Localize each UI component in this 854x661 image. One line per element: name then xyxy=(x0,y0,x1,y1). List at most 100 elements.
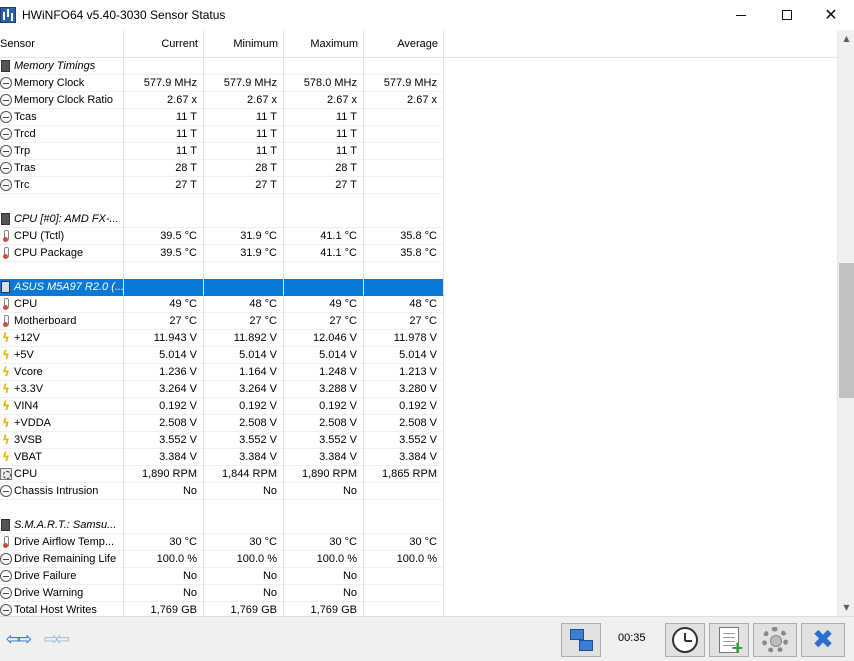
sensor-name: ASUS M5A97 R2.0 (... xyxy=(14,280,124,293)
column-header-sensor[interactable]: Sensor xyxy=(0,30,124,58)
table-section-row[interactable]: S.M.A.R.T.: Samsu... xyxy=(0,517,837,534)
table-row[interactable]: Drive Airflow Temp... 30 °C 30 °C 30 °C 30 °… xyxy=(0,534,837,551)
maximum-value xyxy=(284,279,364,296)
collapse-button[interactable]: ⇨⇦ xyxy=(38,625,72,655)
minimum-value xyxy=(204,194,284,211)
table-section-row[interactable]: Memory Timings xyxy=(0,58,837,75)
table-row[interactable]: ϟ +3.3V 3.264 V 3.264 V 3.288 V 3.280 V xyxy=(0,381,837,398)
current-value: 30 °C xyxy=(124,534,204,551)
minimum-value: 0.192 V xyxy=(204,398,284,415)
sensor-name-cell: Motherboard xyxy=(0,313,124,330)
bolt-icon: ϟ xyxy=(2,348,10,362)
minimum-value: 11 T xyxy=(204,126,284,143)
table-row[interactable]: ϟ VIN4 0.192 V 0.192 V 0.192 V 0.192 V xyxy=(0,398,837,415)
table-row[interactable]: ϟ Vcore 1.236 V 1.164 V 1.248 V 1.213 V xyxy=(0,364,837,381)
table-row[interactable]: Tcas 11 T 11 T 11 T xyxy=(0,109,837,126)
table-row[interactable]: Trc 27 T 27 T 27 T xyxy=(0,177,837,194)
scroll-down-arrow-icon[interactable]: ▼ xyxy=(838,599,854,616)
row-filler xyxy=(444,177,837,194)
table-section-row[interactable]: CPU [#0]: AMD FX-... xyxy=(0,211,837,228)
table-row[interactable]: ϟ +5V 5.014 V 5.014 V 5.014 V 5.014 V xyxy=(0,347,837,364)
clock-icon xyxy=(0,128,12,140)
table-row[interactable]: Drive Remaining Life 100.0 % 100.0 % 100.0 … xyxy=(0,551,837,568)
table-spacer-row xyxy=(0,194,837,211)
expand-all-button[interactable]: ⇦⇨ xyxy=(0,625,34,655)
sensor-name-cell: ϟ +12V xyxy=(0,330,124,347)
thermometer-icon xyxy=(0,536,12,548)
table-row[interactable]: ϟ VBAT 3.384 V 3.384 V 3.384 V 3.384 V xyxy=(0,449,837,466)
close-sensors-button[interactable]: ✖ xyxy=(801,623,845,657)
average-value xyxy=(364,194,444,211)
current-value: 3.264 V xyxy=(124,381,204,398)
window-close-button[interactable]: ✕ xyxy=(808,0,854,30)
table-row[interactable]: Tras 28 T 28 T 28 T xyxy=(0,160,837,177)
minimum-value: 3.264 V xyxy=(204,381,284,398)
clock-icon xyxy=(0,145,12,157)
table-row[interactable]: CPU 1,890 RPM 1,844 RPM 1,890 RPM 1,865 RPM xyxy=(0,466,837,483)
table-row[interactable]: ϟ 3VSB 3.552 V 3.552 V 3.552 V 3.552 V xyxy=(0,432,837,449)
row-filler xyxy=(444,279,837,296)
chip-icon xyxy=(1,281,10,293)
row-filler xyxy=(444,483,837,500)
table-spacer-row xyxy=(0,500,837,517)
scroll-up-arrow-icon[interactable]: ▲ xyxy=(838,30,854,47)
row-filler xyxy=(444,75,837,92)
average-value: 1,865 RPM xyxy=(364,466,444,483)
table-row[interactable]: ϟ +12V 11.943 V 11.892 V 12.046 V 11.978 V xyxy=(0,330,837,347)
table-row[interactable]: Motherboard 27 °C 27 °C 27 °C 27 °C xyxy=(0,313,837,330)
table-row[interactable]: ϟ +VDDA 2.508 V 2.508 V 2.508 V 2.508 V xyxy=(0,415,837,432)
average-value: 577.9 MHz xyxy=(364,75,444,92)
column-header-minimum[interactable]: Minimum xyxy=(204,30,284,58)
table-row[interactable]: Memory Clock Ratio 2.67 x 2.67 x 2.67 x 2.67… xyxy=(0,92,837,109)
sensor-name-cell: ϟ VIN4 xyxy=(0,398,124,415)
minimum-value: 27 °C xyxy=(204,313,284,330)
table-row[interactable]: Trcd 11 T 11 T 11 T xyxy=(0,126,837,143)
scroll-thumb[interactable] xyxy=(839,263,854,398)
network-button[interactable] xyxy=(561,623,601,657)
logging-button[interactable] xyxy=(709,623,749,657)
vertical-scrollbar[interactable]: ▲ ▼ xyxy=(837,30,854,616)
thermometer-icon xyxy=(0,247,12,259)
table-row[interactable]: Chassis Intrusion No No No xyxy=(0,483,837,500)
row-filler xyxy=(444,160,837,177)
left-right-arrows-icon: ⇦⇨ xyxy=(5,629,32,650)
minimum-value: 1,769 GB xyxy=(204,602,284,616)
sensor-name: +VDDA xyxy=(14,416,51,429)
table-row[interactable]: CPU 49 °C 48 °C 49 °C 48 °C xyxy=(0,296,837,313)
maximize-button[interactable] xyxy=(764,0,810,30)
minimize-button[interactable] xyxy=(718,0,764,30)
current-value: 39.5 °C xyxy=(124,245,204,262)
minimum-value: 27 T xyxy=(204,177,284,194)
maximum-value: No xyxy=(284,483,364,500)
sensor-name: Trc xyxy=(14,178,30,191)
network-icon xyxy=(568,627,594,653)
clock-icon xyxy=(0,77,12,89)
current-value: 49 °C xyxy=(124,296,204,313)
average-value xyxy=(364,177,444,194)
average-value xyxy=(364,126,444,143)
table-row[interactable]: Memory Clock 577.9 MHz 577.9 MHz 578.0 MHz 5… xyxy=(0,75,837,92)
table-row[interactable]: Trp 11 T 11 T 11 T xyxy=(0,143,837,160)
average-value xyxy=(364,262,444,279)
minimum-value: No xyxy=(204,585,284,602)
table-row[interactable]: Total Host Writes 1,769 GB 1,769 GB 1,769 G… xyxy=(0,602,837,616)
column-header-maximum[interactable]: Maximum xyxy=(284,30,364,58)
row-filler xyxy=(444,415,837,432)
table-row[interactable]: CPU Package 39.5 °C 31.9 °C 41.1 °C 35.8 °C xyxy=(0,245,837,262)
table-section-row[interactable]: ASUS M5A97 R2.0 (... xyxy=(0,279,837,296)
settings-button[interactable] xyxy=(753,623,797,657)
table-row[interactable]: Drive Warning No No No xyxy=(0,585,837,602)
column-header-average[interactable]: Average xyxy=(364,30,444,58)
table-row[interactable]: Drive Failure No No No xyxy=(0,568,837,585)
sensor-name: Trp xyxy=(14,144,31,157)
sensor-name-cell: Tras xyxy=(0,160,124,177)
row-filler xyxy=(444,211,837,228)
minimum-value: 100.0 % xyxy=(204,551,284,568)
table-row[interactable]: CPU (Tctl) 39.5 °C 31.9 °C 41.1 °C 35.8 °C xyxy=(0,228,837,245)
sensor-name: +5V xyxy=(14,348,34,361)
reset-timer-button[interactable] xyxy=(665,623,705,657)
sensor-name-cell xyxy=(0,194,124,211)
minimize-icon xyxy=(736,14,746,16)
column-header-current[interactable]: Current xyxy=(124,30,204,58)
sensor-name: CPU xyxy=(14,467,38,480)
